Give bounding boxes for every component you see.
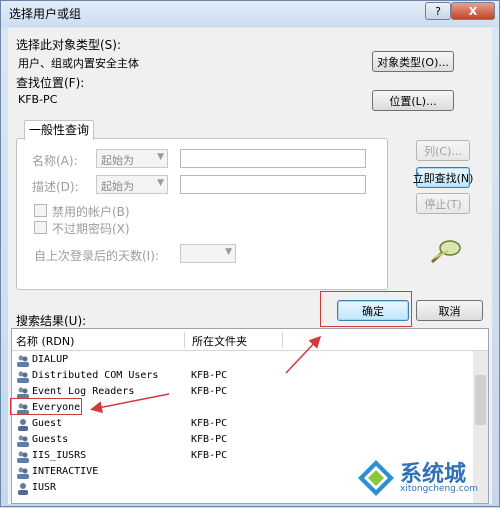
brand-url: xitongcheng.com [400, 484, 478, 494]
dialog-window: 选择用户或组 ? X 选择此对象类型(S): 用户、组或内置安全主体 对象类型(… [0, 0, 500, 507]
annotation-arrows [90, 335, 322, 414]
brand-logo-icon [358, 460, 394, 496]
arrow-to-ok [285, 335, 322, 374]
watermark-logo: 系统城 xitongcheng.com [356, 456, 496, 504]
arrow-to-everyone [90, 393, 170, 414]
